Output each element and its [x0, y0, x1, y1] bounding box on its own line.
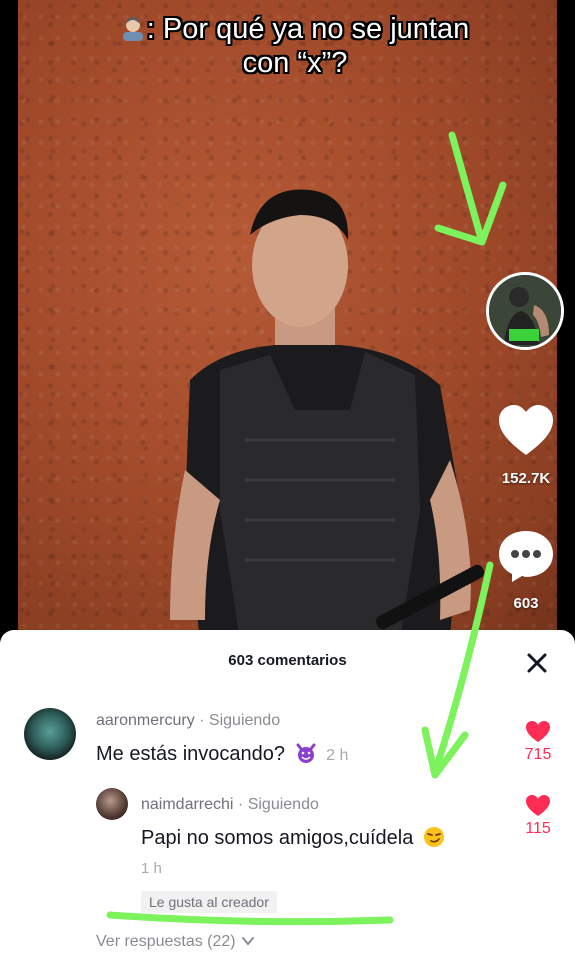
comment-meta: aaronmercury · Siguiendo: [96, 712, 280, 730]
view-replies-label: Ver respuestas (22): [96, 933, 236, 950]
liked-by-creator-badge: Le gusta al creador: [141, 891, 277, 913]
video-caption: : Por qué ya no se juntan con “x”?: [60, 12, 530, 80]
comments-sheet: 603 comentarios aaronmercury · Siguiendo…: [0, 630, 575, 965]
comment-meta: naimdarrechi · Siguiendo: [141, 796, 319, 814]
view-replies-link[interactable]: Ver respuestas (22): [96, 933, 255, 951]
video-person: [170, 189, 485, 640]
close-icon[interactable]: [524, 650, 550, 676]
comment-username[interactable]: naimdarrechi: [141, 796, 233, 813]
chevron-down-icon: [242, 937, 255, 946]
caption-line-2: con “x”?: [242, 47, 348, 79]
comment-like-count: 715: [524, 746, 552, 763]
person-emoji-icon: [122, 17, 143, 41]
comment-like-button[interactable]: 115: [518, 794, 558, 838]
comments-title: 603 comentarios: [228, 652, 347, 669]
like-heart-icon[interactable]: [497, 403, 555, 459]
comment-time: 2 h: [326, 747, 349, 764]
heart-icon: [526, 721, 550, 742]
video-frame[interactable]: : Por qué ya no se juntan con “x”? 152.7…: [0, 0, 575, 640]
comments-count: 603: [513, 595, 539, 612]
smirking-face-emoji-icon: [423, 827, 444, 847]
heart-icon: [526, 795, 550, 816]
caption-line-1: : Por qué ya no se juntan: [146, 13, 470, 45]
commenter-avatar[interactable]: [96, 788, 128, 820]
comment-like-count: 115: [525, 820, 551, 837]
creator-avatar-image: [489, 275, 561, 347]
comment-text: Me estás invocando? 2 h: [96, 742, 348, 766]
comment-body: Papi no somos amigos,cuídela: [141, 827, 414, 849]
comment-username[interactable]: aaronmercury: [96, 712, 195, 729]
creator-avatar[interactable]: [486, 272, 564, 350]
follow-status: · Siguiendo: [233, 796, 319, 813]
left-letterbox: [0, 0, 18, 640]
comment-time: 1 h: [141, 860, 162, 877]
likes-count: 152.7K: [501, 470, 551, 487]
commenter-avatar[interactable]: [24, 708, 76, 760]
follow-status: · Siguiendo: [194, 712, 281, 729]
comment-text: Papi no somos amigos,cuídela: [141, 826, 445, 850]
comment-body: Me estás invocando?: [96, 743, 286, 765]
comment-like-button[interactable]: 715: [518, 720, 558, 764]
comment-bubble-icon[interactable]: [496, 527, 556, 583]
smiling-devil-emoji-icon: [296, 743, 316, 763]
